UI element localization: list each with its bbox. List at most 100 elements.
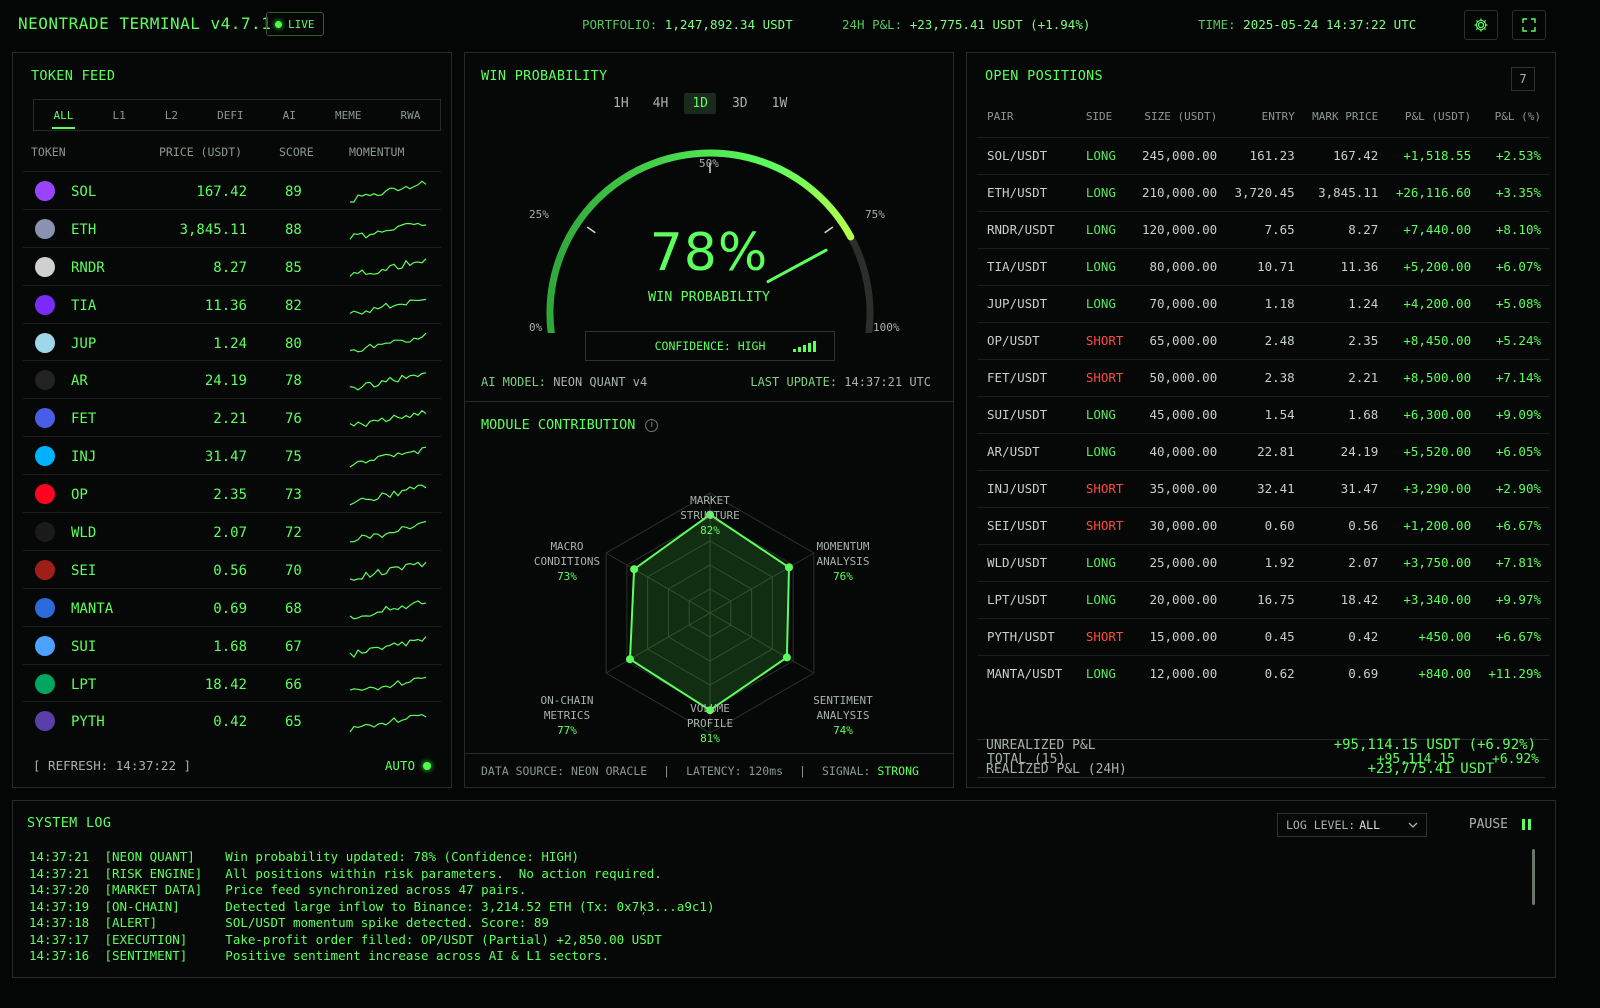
col-score[interactable]: SCORE — [279, 145, 314, 159]
settings-button[interactable] — [1464, 10, 1498, 40]
portfolio-value: 1,247,892.34 USDT — [664, 17, 793, 32]
timeframe-3d[interactable]: 3D — [724, 93, 756, 114]
position-pnl: +5,200.00 — [1386, 247, 1480, 285]
position-row[interactable]: LPT/USDT LONG 20,000.00 16.75 18.42 +3,340.00… — [977, 580, 1549, 618]
token-row[interactable]: SEI 0.56 70 — [23, 549, 441, 588]
pause-button[interactable]: PAUSE — [1469, 817, 1531, 832]
col-entry[interactable]: ENTRY — [1225, 97, 1302, 137]
win-probability-title: WIN PROBABILITY — [481, 68, 608, 84]
log-time: 14:37:18 — [29, 915, 90, 930]
token-row[interactable]: JUP 1.24 80 — [23, 322, 441, 361]
position-row[interactable]: JUP/USDT LONG 70,000.00 1.18 1.24 +4,200.00 +5… — [977, 284, 1549, 322]
token-row[interactable]: PYTH 0.42 65 — [23, 701, 441, 739]
log-level-select[interactable]: LOG LEVEL: ALL — [1277, 813, 1427, 837]
info-icon[interactable]: i — [645, 418, 659, 432]
position-size: 210,000.00 — [1132, 173, 1226, 211]
col-pnl[interactable]: P&L (USDT) — [1386, 97, 1479, 137]
col-pair[interactable]: PAIR — [977, 97, 1072, 137]
token-feed-footer: [ REFRESH: 14:37:22 ] AUTO — [33, 758, 431, 773]
token-feed-panel: TOKEN FEED ALL L1 L2 DEFI AI MEME RWA TO… — [12, 52, 452, 788]
position-entry: 32.41 — [1225, 469, 1303, 507]
token-row[interactable]: MANTA 0.69 68 — [23, 587, 441, 626]
token-row[interactable]: WLD 2.07 72 — [23, 512, 441, 550]
col-pnl-pct[interactable]: P&L (%) — [1479, 97, 1549, 137]
col-mark-price[interactable]: MARK PRICE — [1303, 97, 1387, 137]
position-pnl-pct: +6.67% — [1479, 617, 1549, 655]
position-row[interactable]: PYTH/USDT SHORT 15,000.00 0.45 0.42 +450.00 +6… — [977, 617, 1549, 655]
tab-l1[interactable]: L1 — [106, 105, 131, 126]
position-side: LONG — [1071, 210, 1133, 248]
col-price[interactable]: PRICE (USDT) — [159, 145, 242, 159]
token-row[interactable]: TIA 11.36 82 — [23, 284, 441, 323]
token-row[interactable]: SUI 1.68 67 — [23, 625, 441, 664]
position-row[interactable]: MANTA/USDT LONG 12,000.00 0.62 0.69 +840.00 +1… — [977, 654, 1549, 692]
token-row[interactable]: SOL 167.42 89 — [23, 171, 441, 209]
fullscreen-button[interactable] — [1512, 10, 1546, 40]
token-row[interactable]: FET 2.21 76 — [23, 398, 441, 436]
tab-rwa[interactable]: RWA — [395, 105, 427, 126]
position-pnl: +8,450.00 — [1386, 321, 1480, 359]
col-momentum[interactable]: MOMENTUM — [349, 145, 404, 159]
position-mark-price: 24.19 — [1302, 432, 1387, 470]
timeframe-4h[interactable]: 4H — [645, 93, 677, 114]
position-row[interactable]: AR/USDT LONG 40,000.00 22.81 24.19 +5,520.00 +… — [977, 432, 1549, 470]
position-row[interactable]: SEI/USDT SHORT 30,000.00 0.60 0.56 +1,200.00 +… — [977, 506, 1549, 544]
col-side[interactable]: SIDE — [1072, 97, 1133, 137]
momentum-sparkline — [349, 714, 427, 733]
col-size[interactable]: SIZE (USDT) — [1132, 97, 1225, 137]
position-row[interactable]: OP/USDT SHORT 65,000.00 2.48 2.35 +8,450.00 +5… — [977, 321, 1549, 359]
log-source: [ON-CHAIN] — [104, 898, 180, 914]
log-time: 14:37:17 — [29, 931, 90, 947]
radar-label-name2: ANALYSIS — [816, 555, 870, 568]
radar-label-name2: PROFILE — [686, 717, 734, 730]
auto-toggle[interactable]: AUTO — [385, 758, 431, 773]
position-row[interactable]: WLD/USDT LONG 25,000.00 1.92 2.07 +3,750.00 +7… — [977, 543, 1549, 581]
position-size: 65,000.00 — [1132, 321, 1226, 359]
sparkline-line — [349, 410, 427, 428]
token-score: 78 — [285, 373, 302, 390]
timeframe-1h[interactable]: 1H — [605, 93, 637, 114]
win-probability-value: 78% — [649, 223, 769, 283]
tab-defi[interactable]: DEFI — [211, 105, 250, 126]
token-price: 2.21 — [213, 411, 247, 428]
log-lines: 14:37:21 [NEON QUANT] Win probability upda… — [29, 849, 714, 965]
auto-label: AUTO — [384, 758, 415, 773]
timeframe-1w[interactable]: 1W — [764, 93, 796, 114]
position-side: LONG — [1071, 432, 1133, 470]
token-row[interactable]: RNDR 8.27 85 — [23, 246, 441, 285]
position-size: 25,000.00 — [1132, 543, 1226, 581]
position-pnl: +3,750.00 — [1386, 543, 1480, 581]
log-message: Detected large inflow to Binance: 3,214.… — [225, 898, 715, 914]
radar-label-name2: CONDITIONS — [533, 555, 601, 568]
token-row[interactable]: OP 2.35 73 — [23, 474, 441, 512]
position-mark-price: 2.21 — [1302, 358, 1387, 396]
system-log-panel: SYSTEM LOG LOG LEVEL: ALL PAUSE 14:37:21… — [12, 800, 1556, 978]
position-row[interactable]: FET/USDT SHORT 50,000.00 2.38 2.21 +8,500.00 +… — [977, 358, 1549, 396]
positions-header-row: PAIR SIDE SIZE (USDT) ENTRY MARK PRICE P… — [977, 97, 1549, 137]
token-name: MANTA — [71, 600, 114, 617]
position-row[interactable]: INJ/USDT SHORT 35,000.00 32.41 31.47 +3,290.0… — [977, 469, 1549, 507]
timeframe-1d[interactable]: 1D — [684, 93, 716, 114]
position-row[interactable]: RNDR/USDT LONG 120,000.00 7.65 8.27 +7,440.00… — [977, 210, 1549, 248]
token-name: JUP — [71, 335, 97, 352]
token-row[interactable]: ETH 3,845.11 88 — [23, 208, 441, 247]
token-score: 85 — [285, 259, 302, 276]
position-row[interactable]: ETH/USDT LONG 210,000.00 3,720.45 3,845.11 +2… — [977, 173, 1549, 211]
col-token[interactable]: TOKEN — [31, 145, 66, 159]
last-update: LAST UPDATE: 14:37:21 UTC — [750, 375, 931, 389]
token-row[interactable]: INJ 31.47 75 — [23, 436, 441, 474]
auto-dot-icon — [423, 761, 431, 770]
position-row[interactable]: SUI/USDT LONG 45,000.00 1.54 1.68 +6,300.00 +9… — [977, 395, 1549, 433]
position-entry: 3,720.45 — [1225, 173, 1303, 211]
jup-token-icon — [35, 332, 55, 353]
position-row[interactable]: TIA/USDT LONG 80,000.00 10.71 11.36 +5,200.00… — [977, 247, 1549, 285]
tab-meme[interactable]: MEME — [329, 105, 368, 126]
unrealized-value: +95,114.15 USDT (+6.92%) — [1333, 737, 1536, 753]
tab-all[interactable]: ALL — [48, 105, 80, 129]
log-scrollbar[interactable] — [1532, 849, 1535, 905]
position-row[interactable]: SOL/USDT LONG 245,000.00 161.23 167.42 +1,518… — [977, 136, 1549, 174]
tab-ai[interactable]: AI — [277, 105, 302, 126]
tab-l2[interactable]: L2 — [159, 105, 184, 126]
token-row[interactable]: AR 24.19 78 — [23, 360, 441, 398]
token-row[interactable]: LPT 18.42 66 — [23, 663, 441, 702]
